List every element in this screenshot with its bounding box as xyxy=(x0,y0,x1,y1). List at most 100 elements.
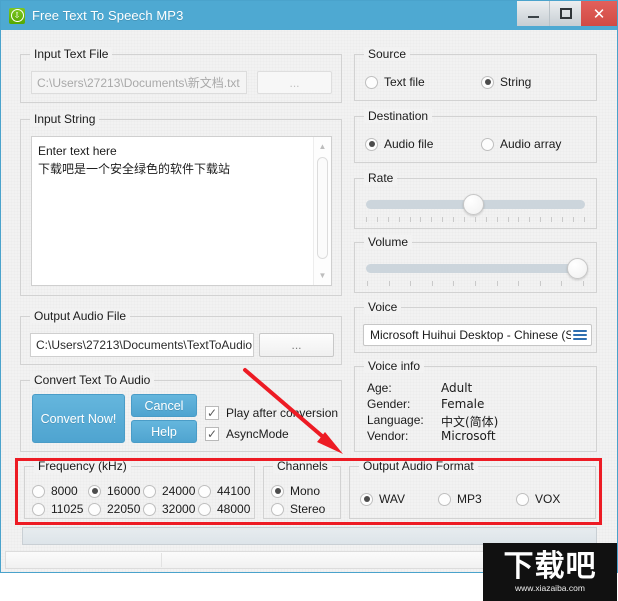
format-radio-wav[interactable]: WAV xyxy=(360,492,405,506)
group-frequency-title: Frequency (kHz) xyxy=(34,459,131,473)
convert-now-button[interactable]: Convert Now! xyxy=(32,394,125,443)
frequency-option-label: 16000 xyxy=(107,484,141,498)
input-string-line-2: 下载吧是一个安全绿色的软件下载站 xyxy=(38,162,231,176)
input-text-file-path[interactable]: C:\Users\27213\Documents\新文档.txt xyxy=(31,71,247,94)
voice-info-value-age: Adult xyxy=(441,381,473,395)
voice-info-label-gender: Gender: xyxy=(367,397,411,411)
radio-icon xyxy=(481,137,494,151)
input-text-file-browse-button[interactable]: ... xyxy=(257,71,332,94)
minimize-icon xyxy=(527,16,539,18)
close-icon: ✕ xyxy=(592,5,606,23)
group-input-text-file-title: Input Text File xyxy=(30,47,113,61)
group-destination-title: Destination xyxy=(364,109,433,123)
maximize-icon xyxy=(559,8,572,19)
source-option-label: Text file xyxy=(384,75,425,89)
input-string-scrollbar[interactable]: ▲ ▼ xyxy=(313,137,331,285)
check-icon: ✓ xyxy=(205,406,219,420)
channels-option-label: Stereo xyxy=(290,502,326,516)
frequency-radio-11025[interactable]: 11025 xyxy=(32,502,83,516)
frequency-radio-44100[interactable]: 44100 xyxy=(198,484,250,498)
maximize-button[interactable] xyxy=(549,1,581,26)
volume-slider-track[interactable] xyxy=(366,264,585,273)
volume-slider-thumb[interactable] xyxy=(567,258,588,279)
frequency-option-label: 32000 xyxy=(162,502,196,516)
frequency-radio-48000[interactable]: 48000 xyxy=(198,502,250,516)
radio-icon xyxy=(32,484,45,498)
play-after-conversion-label: Play after conversion xyxy=(226,406,339,420)
voice-info-label-vendor: Vendor: xyxy=(367,429,409,443)
source-radio-text-file[interactable]: Text file xyxy=(365,75,425,89)
frequency-radio-16000[interactable]: 16000 xyxy=(88,484,140,498)
radio-icon-selected xyxy=(271,484,284,498)
voice-info-label-language: Language: xyxy=(367,413,424,427)
group-input-string-title: Input String xyxy=(30,112,100,126)
input-string-line-1: Enter text here xyxy=(38,144,117,158)
close-button[interactable]: ✕ xyxy=(581,1,617,26)
source-radio-string[interactable]: String xyxy=(481,75,531,89)
help-button[interactable]: Help xyxy=(131,420,197,443)
radio-icon xyxy=(438,492,451,506)
minimize-button[interactable] xyxy=(517,1,549,26)
window-controls: ✕ xyxy=(517,1,617,26)
format-radio-mp3[interactable]: MP3 xyxy=(438,492,482,506)
group-source-title: Source xyxy=(364,47,411,61)
channels-radio-mono[interactable]: Mono xyxy=(271,484,320,498)
radio-icon xyxy=(143,484,156,498)
title-bar: ⇩ Free Text To Speech MP3 ✕ xyxy=(1,1,617,30)
scroll-up-icon[interactable]: ▲ xyxy=(314,139,331,154)
output-audio-file-path[interactable]: C:\Users\27213\Documents\TextToAudio.w xyxy=(30,333,254,357)
voice-info-label-age: Age: xyxy=(367,381,392,395)
voice-info-value-gender: Female xyxy=(441,397,485,411)
hamburger-menu-icon[interactable] xyxy=(573,328,587,342)
watermark-url: www.xiazaiba.com xyxy=(515,582,585,593)
radio-icon xyxy=(365,75,378,89)
client-area: Input Text File C:\Users\27213\Documents… xyxy=(1,30,617,601)
radio-icon-selected xyxy=(360,492,373,506)
radio-icon-selected xyxy=(481,75,494,89)
radio-icon xyxy=(143,502,156,516)
application-window: ⇩ Free Text To Speech MP3 ✕ Input Text F… xyxy=(0,0,618,601)
format-radio-vox[interactable]: VOX xyxy=(516,492,560,506)
rate-slider-thumb[interactable] xyxy=(463,194,484,215)
radio-icon xyxy=(271,502,284,516)
destination-radio-audio-array[interactable]: Audio array xyxy=(481,137,561,151)
format-option-label: MP3 xyxy=(457,492,482,506)
voice-info-value-vendor: Microsoft xyxy=(441,429,496,443)
voice-select-value: Microsoft Huihui Desktop - Chinese (Sir xyxy=(370,328,571,342)
channels-option-label: Mono xyxy=(290,484,321,498)
voice-info-value-language: 中文(简体) xyxy=(441,415,499,429)
radio-icon xyxy=(198,484,211,498)
group-output-audio-file-title: Output Audio File xyxy=(30,309,131,323)
format-option-label: VOX xyxy=(535,492,561,506)
scrollbar-thumb[interactable] xyxy=(317,157,328,259)
radio-icon-selected xyxy=(88,484,101,498)
group-convert-title: Convert Text To Audio xyxy=(30,373,155,387)
input-string-text: Enter text here 下载吧是一个安全绿色的软件下载站 xyxy=(32,137,314,285)
group-channels-title: Channels xyxy=(273,459,332,473)
frequency-radio-24000[interactable]: 24000 xyxy=(143,484,195,498)
rate-slider-ticks xyxy=(366,217,585,222)
frequency-option-label: 22050 xyxy=(107,502,141,516)
source-option-label: String xyxy=(500,75,532,89)
group-rate-title: Rate xyxy=(364,171,398,185)
channels-radio-stereo[interactable]: Stereo xyxy=(271,502,325,516)
radio-icon xyxy=(516,492,529,506)
play-after-conversion-checkbox[interactable]: ✓ Play after conversion xyxy=(205,406,338,420)
async-mode-checkbox[interactable]: ✓ AsyncMode xyxy=(205,427,289,441)
window-title: Free Text To Speech MP3 xyxy=(32,8,184,23)
frequency-radio-32000[interactable]: 32000 xyxy=(143,502,195,516)
radio-icon-selected xyxy=(365,137,378,151)
scroll-down-icon[interactable]: ▼ xyxy=(314,268,331,283)
group-voice-info-title: Voice info xyxy=(364,359,425,373)
status-bar-separator xyxy=(161,553,162,567)
input-string-textarea[interactable]: Enter text here 下载吧是一个安全绿色的软件下载站 ▲ ▼ xyxy=(31,136,332,286)
output-audio-file-browse-button[interactable]: ... xyxy=(259,333,334,357)
voice-select[interactable]: Microsoft Huihui Desktop - Chinese (Sir xyxy=(363,324,592,346)
destination-radio-audio-file[interactable]: Audio file xyxy=(365,137,433,151)
frequency-radio-22050[interactable]: 22050 xyxy=(88,502,140,516)
volume-slider-ticks xyxy=(367,281,584,286)
frequency-radio-8000[interactable]: 8000 xyxy=(32,484,78,498)
watermark-text: 下载吧 xyxy=(503,548,597,584)
frequency-option-label: 44100 xyxy=(217,484,251,498)
cancel-button[interactable]: Cancel xyxy=(131,394,197,417)
